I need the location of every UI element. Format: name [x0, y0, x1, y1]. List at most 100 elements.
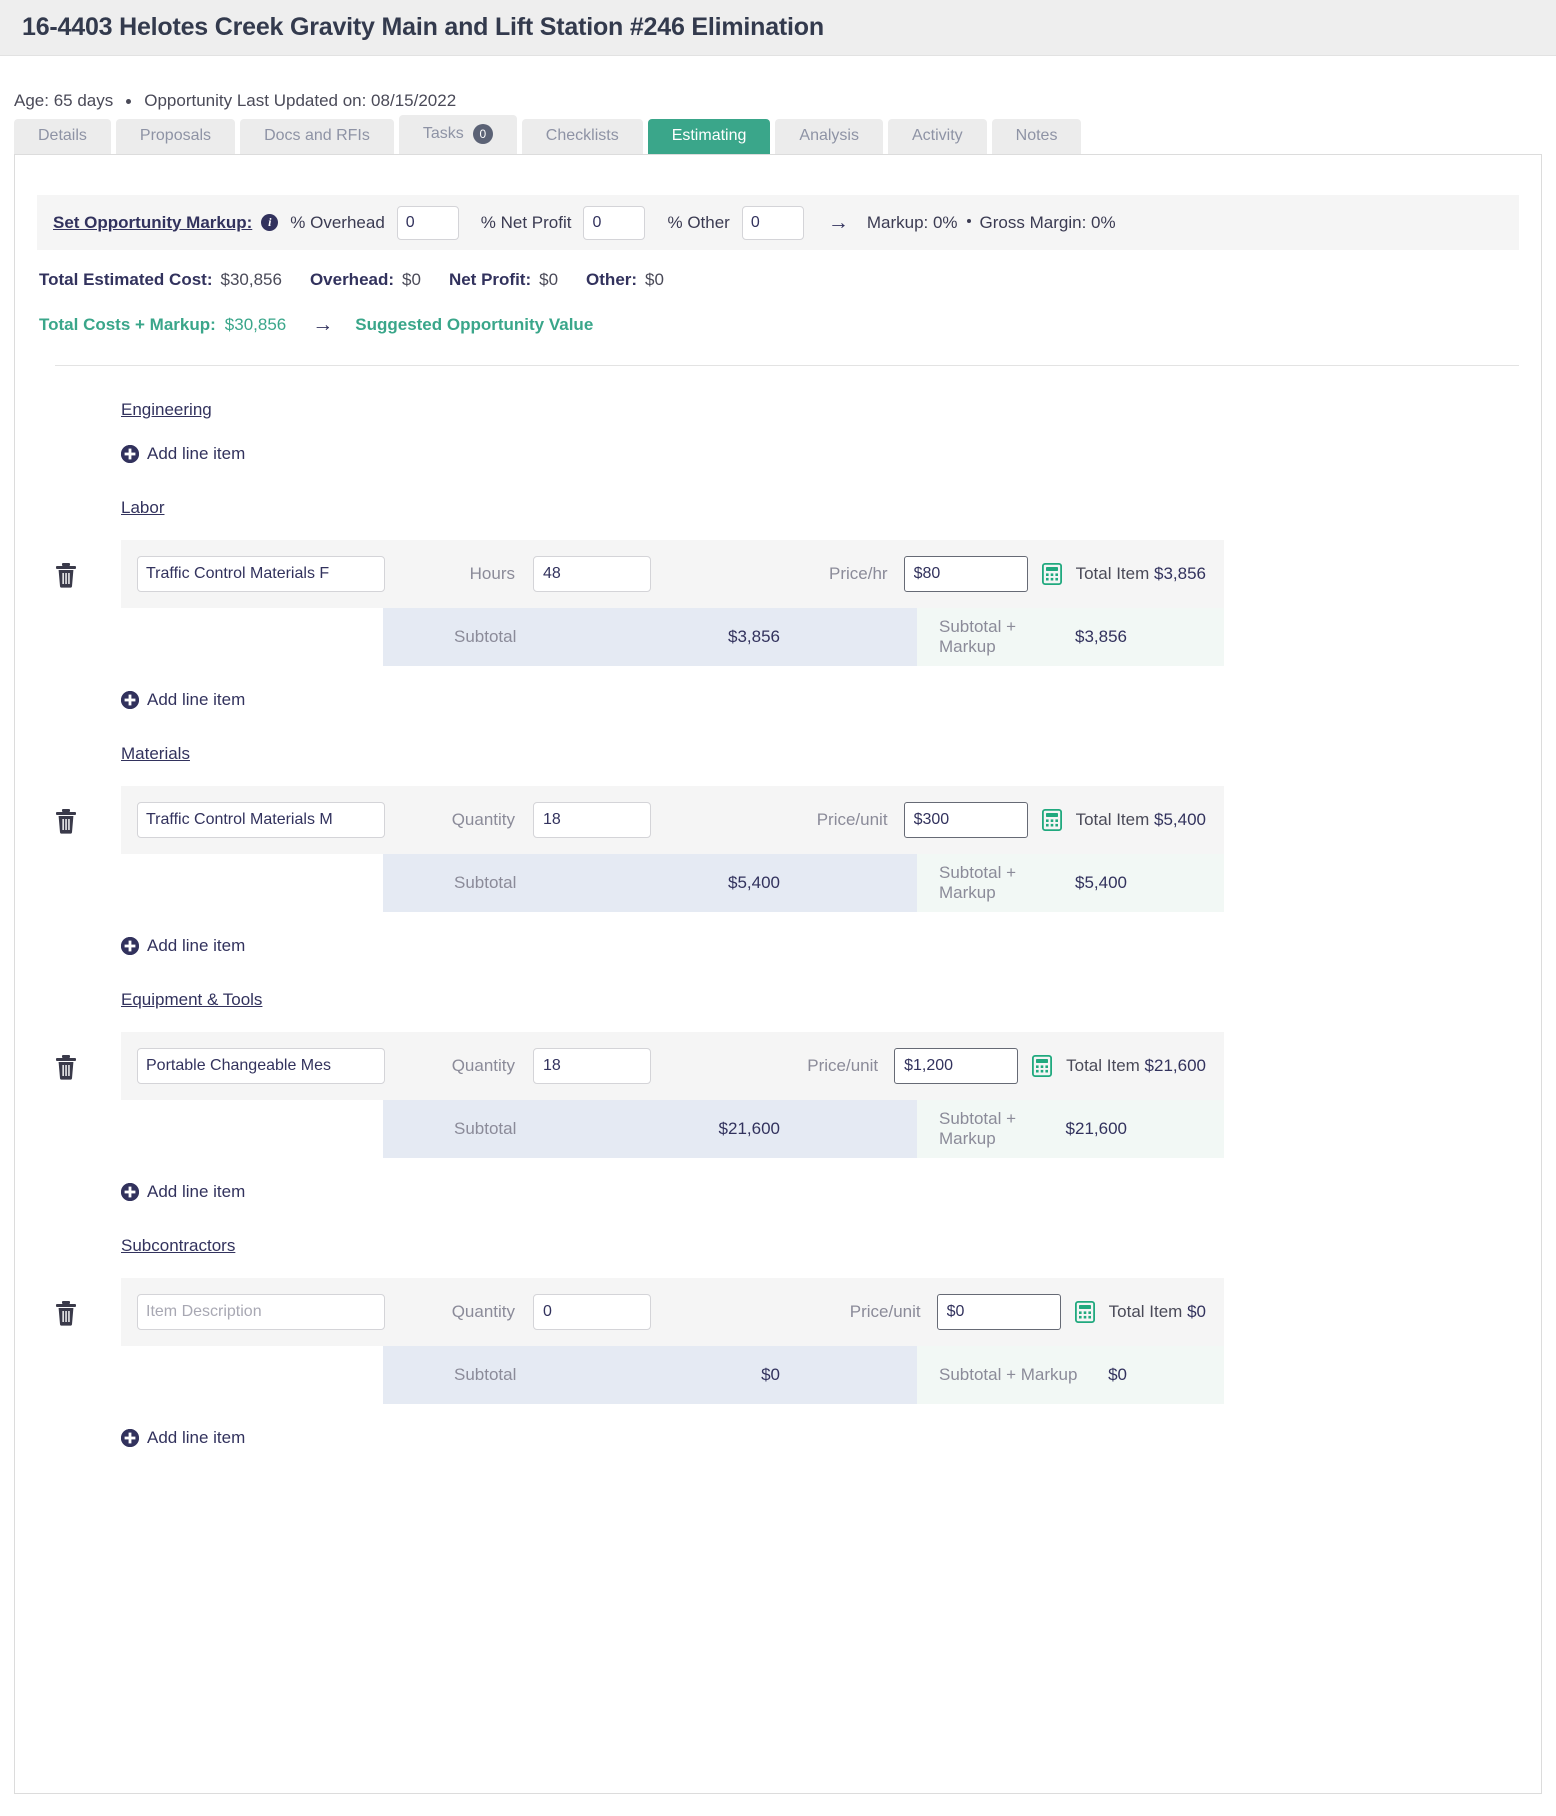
- section-title[interactable]: Materials: [121, 744, 190, 764]
- delete-line-item-button[interactable]: [55, 1054, 77, 1080]
- add-line-item-button[interactable]: Add line item: [121, 1428, 245, 1448]
- trash-icon: [56, 809, 76, 834]
- tab-label: Tasks: [422, 125, 464, 142]
- net-profit-input[interactable]: [583, 205, 646, 240]
- info-icon[interactable]: i: [261, 214, 279, 231]
- tab-checklists[interactable]: Checklists: [521, 119, 643, 154]
- quantity-input[interactable]: [533, 1294, 651, 1330]
- price-input[interactable]: [903, 556, 1028, 592]
- tab-label: Docs and RFIs: [264, 127, 370, 144]
- item-description-input[interactable]: [137, 1294, 385, 1330]
- subtotal-markup-cell: Subtotal + Markup $0: [917, 1346, 1224, 1404]
- section-title[interactable]: Equipment & Tools: [121, 990, 262, 1010]
- tab-proposals[interactable]: Proposals: [115, 119, 236, 154]
- line-item-row: Quantity Price/unit Total Item $21,600: [121, 1032, 1224, 1100]
- separator-dot-icon: [966, 219, 971, 223]
- total-costs-markup-value: $30,856: [224, 314, 287, 334]
- section-title[interactable]: Engineering: [121, 400, 212, 420]
- plus-circle-icon: [121, 1429, 139, 1447]
- line-item: Quantity Price/unit Total Item $5,400 Subto…: [15, 786, 1541, 912]
- section-title[interactable]: Subcontractors: [121, 1236, 235, 1256]
- add-line-item-label: Add line item: [147, 690, 246, 709]
- subtotal-row: Subtotal $5,400 Subtotal + Markup $5,400: [383, 854, 1224, 912]
- item-description-input[interactable]: [137, 802, 385, 838]
- overhead-label: % Overhead: [290, 212, 385, 232]
- total-item: Total Item $5,400: [1076, 810, 1206, 830]
- tab-label: Activity: [911, 127, 963, 144]
- tab-details[interactable]: Details: [14, 119, 111, 154]
- tab-label: Proposals: [139, 127, 212, 144]
- net-profit-total-value: $0: [539, 270, 559, 289]
- calculator-icon[interactable]: [1041, 809, 1062, 831]
- subtotal-value: $0: [761, 1365, 780, 1384]
- item-description-input[interactable]: [137, 1048, 385, 1084]
- price-label: Price/unit: [816, 810, 888, 829]
- price-input[interactable]: [903, 802, 1028, 838]
- tab-docs-and-rfis[interactable]: Docs and RFIs: [240, 119, 394, 154]
- net-profit-total-label: Net Profit:: [448, 270, 532, 289]
- price-label: Price/unit: [849, 1302, 921, 1321]
- tab-activity[interactable]: Activity: [887, 119, 987, 154]
- tab-tasks[interactable]: Tasks 0: [398, 115, 517, 154]
- total-item-label: Total Item: [1108, 1302, 1183, 1321]
- plus-circle-icon: [121, 1429, 139, 1447]
- calculator-button[interactable]: [1032, 1055, 1053, 1077]
- item-description-input[interactable]: [137, 556, 385, 592]
- subtotal-markup-label: Subtotal + Markup: [939, 1109, 1017, 1148]
- tab-notes[interactable]: Notes: [991, 119, 1082, 154]
- add-line-item-label: Add line item: [147, 1428, 246, 1447]
- calculator-button[interactable]: [1074, 1301, 1095, 1323]
- add-line-item-button[interactable]: Add line item: [121, 444, 245, 464]
- calculator-icon[interactable]: [1032, 1055, 1053, 1077]
- other-total-label: Other:: [586, 270, 638, 289]
- add-line-item-button[interactable]: Add line item: [121, 690, 245, 710]
- plus-circle-icon: [121, 691, 139, 709]
- arrow-right-icon: →: [312, 313, 334, 336]
- subtotal-cell: Subtotal $21,600: [383, 1100, 917, 1158]
- subtotal-markup-value: $3,856: [1075, 627, 1127, 646]
- total-item-label: Total Item: [1075, 564, 1150, 583]
- calculator-button[interactable]: [1041, 563, 1062, 585]
- total-costs-markup-label: Total Costs + Markup:: [39, 314, 216, 334]
- section-materials: Materials Quantity Price/unit Total Item $5…: [15, 710, 1541, 956]
- line-item-row: Hours Price/hr Total Item $3,856: [121, 540, 1224, 608]
- quantity-input[interactable]: [533, 802, 651, 838]
- calculator-button[interactable]: [1041, 809, 1062, 831]
- tab-estimating[interactable]: Estimating: [647, 119, 771, 154]
- price-input[interactable]: [936, 1294, 1061, 1330]
- add-line-item-button[interactable]: Add line item: [121, 1182, 245, 1202]
- total-item: Total Item $21,600: [1066, 1056, 1206, 1076]
- tab-analysis[interactable]: Analysis: [775, 119, 883, 154]
- quantity-label: Quantity: [451, 1056, 515, 1075]
- subtotal-markup-cell: Subtotal + Markup $3,856: [917, 608, 1224, 666]
- trash-icon: [56, 1301, 76, 1326]
- suggested-opportunity-value-button[interactable]: Suggested Opportunity Value: [355, 315, 593, 335]
- quantity-input[interactable]: [533, 1048, 651, 1084]
- plus-circle-icon: [121, 937, 139, 955]
- subtotal-label: Subtotal: [454, 1119, 517, 1138]
- delete-line-item-button[interactable]: [55, 562, 77, 588]
- price-input[interactable]: [894, 1048, 1019, 1084]
- delete-line-item-button[interactable]: [55, 1300, 77, 1326]
- tab-label: Estimating: [671, 127, 747, 144]
- tab-badge: 0: [472, 124, 493, 144]
- estimating-sections: Engineering Add line item Labor Hours Price/…: [15, 366, 1541, 1448]
- overhead-input[interactable]: [396, 205, 459, 240]
- subtotal-row: Subtotal $3,856 Subtotal + Markup $3,856: [383, 608, 1224, 666]
- delete-line-item-button[interactable]: [55, 808, 77, 834]
- calculator-icon[interactable]: [1074, 1301, 1095, 1323]
- quantity-input[interactable]: [533, 556, 651, 592]
- overhead-total-label: Overhead:: [309, 270, 395, 289]
- estimating-panel: Set Opportunity Markup: i % Overhead % N…: [14, 154, 1542, 1794]
- subtotal-label: Subtotal: [454, 1365, 517, 1384]
- calculator-icon[interactable]: [1041, 563, 1062, 585]
- plus-circle-icon: [121, 1183, 139, 1201]
- total-item: Total Item $3,856: [1076, 564, 1206, 584]
- quantity-label: Quantity: [451, 810, 515, 829]
- section-title[interactable]: Labor: [121, 498, 164, 518]
- line-item: Hours Price/hr Total Item $3,856 Subtotal $3…: [15, 540, 1541, 666]
- set-opportunity-markup-label[interactable]: Set Opportunity Markup:: [53, 213, 252, 233]
- plus-circle-icon: [121, 445, 139, 463]
- add-line-item-button[interactable]: Add line item: [121, 936, 245, 956]
- other-input[interactable]: [741, 205, 804, 240]
